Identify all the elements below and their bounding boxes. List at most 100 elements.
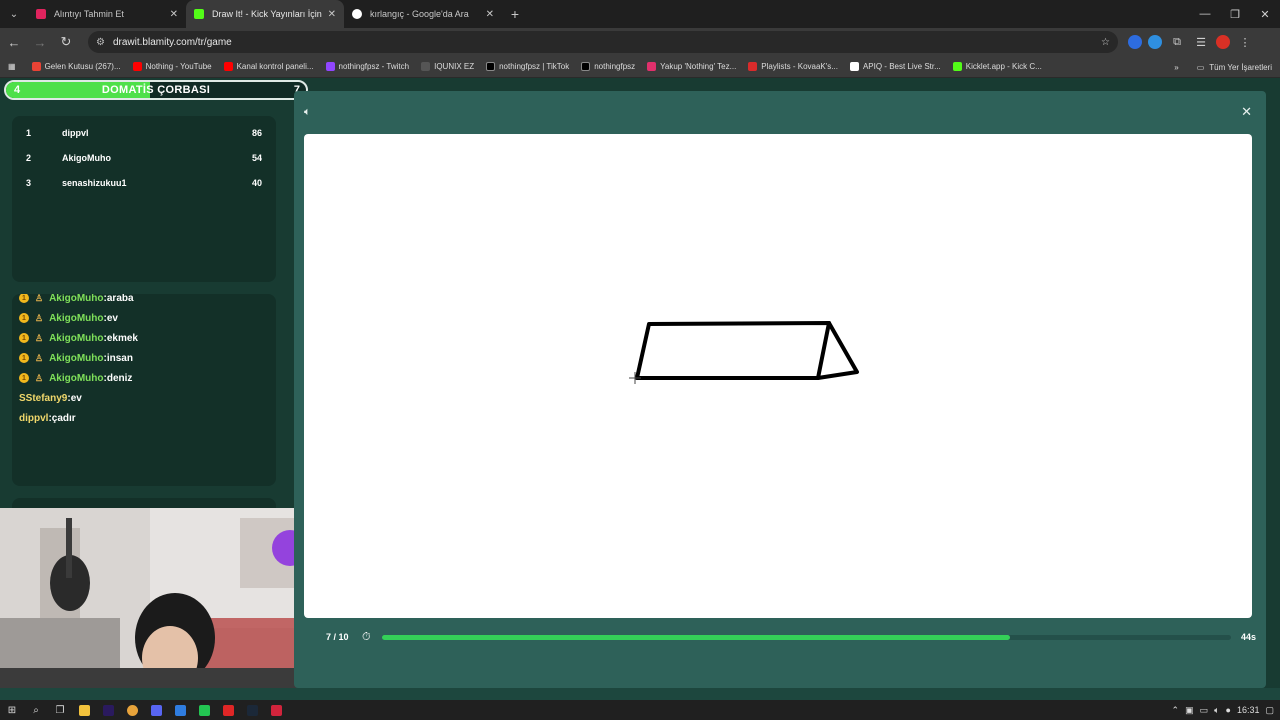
- tab-alintiyi[interactable]: Alıntıyı Tahmin Et ✕: [28, 0, 186, 28]
- apps-grid-icon[interactable]: ▦: [8, 62, 16, 71]
- address-toolbar: ← → ↻ ⚙ drawit.blamity.com/tr/game ☆ ⧉ ☰…: [0, 28, 1280, 56]
- chat-message: dippvl: çadır: [19, 412, 76, 424]
- bookmark-favicon-icon: [748, 62, 758, 71]
- search-icon[interactable]: ⌕: [24, 700, 48, 720]
- bookmark-favicon-icon: [581, 62, 591, 71]
- chat-input-area[interactable]: [12, 498, 276, 508]
- tab-close-icon[interactable]: ✕: [170, 9, 178, 20]
- discord-icon[interactable]: [144, 700, 168, 720]
- extension-icon[interactable]: [1148, 35, 1162, 49]
- chat-message: 1 ♙ AkigoMuho: insan: [12, 348, 276, 368]
- app-icon[interactable]: [264, 700, 288, 720]
- bookmark-favicon-icon: [952, 62, 962, 71]
- player-name: dippvl: [62, 127, 89, 138]
- tab-close-icon[interactable]: ✕: [486, 9, 494, 20]
- profile-avatar-icon[interactable]: [1216, 35, 1230, 49]
- bookmark-favicon-icon: [31, 62, 41, 71]
- chrome-icon[interactable]: [120, 700, 144, 720]
- chat-text: ekmek: [106, 332, 138, 344]
- bookmark-label: nothingfpsz: [594, 62, 636, 71]
- app-icon[interactable]: [168, 700, 192, 720]
- bookmark-label: Playlists - KovaaK's...: [761, 62, 838, 71]
- tab-favicon-icon: [36, 9, 46, 19]
- clock[interactable]: 16:31: [1237, 705, 1260, 715]
- tab-title: Alıntıyı Tahmin Et: [54, 9, 124, 19]
- player-name: AkigoMuho: [62, 152, 111, 163]
- person-icon: ♙: [35, 372, 44, 383]
- leaderboard-row: 2 AkigoMuho 54: [12, 145, 276, 170]
- bookmark-item[interactable]: Playlists - KovaaK's...: [748, 62, 838, 71]
- chat-message: 1 ♙ AkigoMuho: deniz: [12, 368, 276, 388]
- bookmark-item[interactable]: APIQ - Best Live Str...: [849, 62, 941, 71]
- tab-close-icon[interactable]: ✕: [328, 9, 336, 20]
- bookmark-item[interactable]: Yakup 'Nothing' Tez...: [647, 62, 736, 71]
- folder-icon: ▭: [1196, 62, 1205, 72]
- volume-icon[interactable]: 🔈︎: [1214, 705, 1219, 716]
- app-icon[interactable]: [192, 700, 216, 720]
- person-icon: ♙: [35, 294, 44, 303]
- bookmarks-bar: ▦ Gelen Kutusu (267)... Nothing - YouTub…: [0, 56, 1280, 78]
- reading-list-icon[interactable]: ☰: [1192, 36, 1210, 49]
- forward-icon[interactable]: →: [28, 30, 52, 54]
- page-footer-strip: [0, 688, 1280, 700]
- windows-start-icon[interactable]: ⊞: [0, 700, 24, 720]
- tray-chevron-icon[interactable]: ⌃: [1172, 705, 1180, 716]
- chat-message: 1 ♙ AkigoMuho: ekmek: [12, 328, 276, 348]
- drawing-canvas[interactable]: [304, 134, 1252, 618]
- tab-draw-it[interactable]: Draw It! - Kick Yayınları İçin Çizi ✕: [186, 0, 344, 28]
- extension-icon[interactable]: [1128, 35, 1142, 49]
- bookmark-item[interactable]: Gelen Kutusu (267)...: [31, 62, 121, 71]
- omnibox[interactable]: ⚙ drawit.blamity.com/tr/game ☆: [88, 31, 1118, 53]
- bookmark-label: Yakup 'Nothing' Tez...: [660, 62, 737, 71]
- notification-icon[interactable]: ▢: [1265, 705, 1274, 716]
- site-info-icon[interactable]: ⚙: [96, 37, 105, 48]
- round-counter: 7 / 10: [326, 632, 349, 642]
- drawing-panel: 🔈︎ ✕ 7 / 10 ⏱︎ 44s: [294, 91, 1266, 688]
- bookmark-item[interactable]: nothingfpsz: [581, 62, 635, 71]
- bookmark-item[interactable]: nothingfpsz | TikTok: [486, 62, 569, 71]
- task-view-icon[interactable]: ❐: [48, 700, 72, 720]
- window-controls: — ❐ ✕: [1190, 0, 1280, 28]
- bookmark-favicon-icon: [849, 62, 859, 71]
- close-window-icon[interactable]: ✕: [1250, 0, 1280, 28]
- new-tab-button[interactable]: +: [502, 6, 528, 22]
- puzzle-icon[interactable]: ⧉: [1168, 36, 1186, 49]
- bookmark-star-icon[interactable]: ☆: [1101, 37, 1110, 48]
- menu-icon[interactable]: ⋮: [1236, 36, 1254, 49]
- chat-username: dippvl: [19, 412, 49, 424]
- chat-username: AkigoMuho: [49, 352, 104, 364]
- tab-search-icon[interactable]: ⌄: [0, 0, 28, 28]
- chat-text: araba: [106, 294, 134, 304]
- restore-icon[interactable]: ❐: [1220, 0, 1250, 28]
- bookmark-favicon-icon: [325, 62, 335, 71]
- minimize-icon[interactable]: —: [1190, 0, 1220, 28]
- url-text[interactable]: drawit.blamity.com/tr/game: [113, 37, 1101, 48]
- rank: 1: [26, 127, 32, 138]
- all-bookmarks[interactable]: » ▭ Tüm Yer İşaretleri: [1174, 56, 1272, 78]
- bookmark-item[interactable]: Kicklet.app - Kick C...: [952, 62, 1042, 71]
- network-icon[interactable]: ▭: [1200, 705, 1209, 716]
- bookmark-item[interactable]: IQUNIX EZ: [421, 62, 474, 71]
- tray-app-icon[interactable]: ▣: [1185, 705, 1194, 716]
- reload-icon[interactable]: ↻: [54, 30, 78, 54]
- premiere-icon[interactable]: [96, 700, 120, 720]
- guess-chat[interactable]: 1 ♙ AkigoMuho: araba 1 ♙ AkigoMuho: ev 1 ♙ Ak…: [12, 294, 276, 486]
- coin-badge-icon: 1: [19, 313, 29, 323]
- bookmark-item[interactable]: Kanal kontrol paneli...: [223, 62, 314, 71]
- back-icon[interactable]: ←: [2, 30, 26, 54]
- bookmark-item[interactable]: Nothing - YouTube: [132, 62, 212, 71]
- file-explorer-icon[interactable]: [72, 700, 96, 720]
- more-bookmarks-chevron-icon[interactable]: »: [1174, 63, 1178, 72]
- chat-username: AkigoMuho: [49, 332, 104, 344]
- mic-icon[interactable]: ●: [1226, 705, 1231, 715]
- bookmark-item[interactable]: nothingfpsz - Twitch: [325, 62, 409, 71]
- person-icon: ♙: [35, 352, 44, 363]
- close-icon[interactable]: ✕: [1241, 104, 1252, 120]
- steam-icon[interactable]: [240, 700, 264, 720]
- tab-google-search[interactable]: kırlangıç - Google'da Ara ✕: [344, 0, 502, 28]
- sound-toggle-icon[interactable]: 🔈︎: [304, 106, 311, 119]
- time-progress-fill: [382, 634, 1011, 640]
- webcam-image: [0, 508, 326, 692]
- app-icon[interactable]: [216, 700, 240, 720]
- coin-badge-icon: 1: [19, 333, 29, 343]
